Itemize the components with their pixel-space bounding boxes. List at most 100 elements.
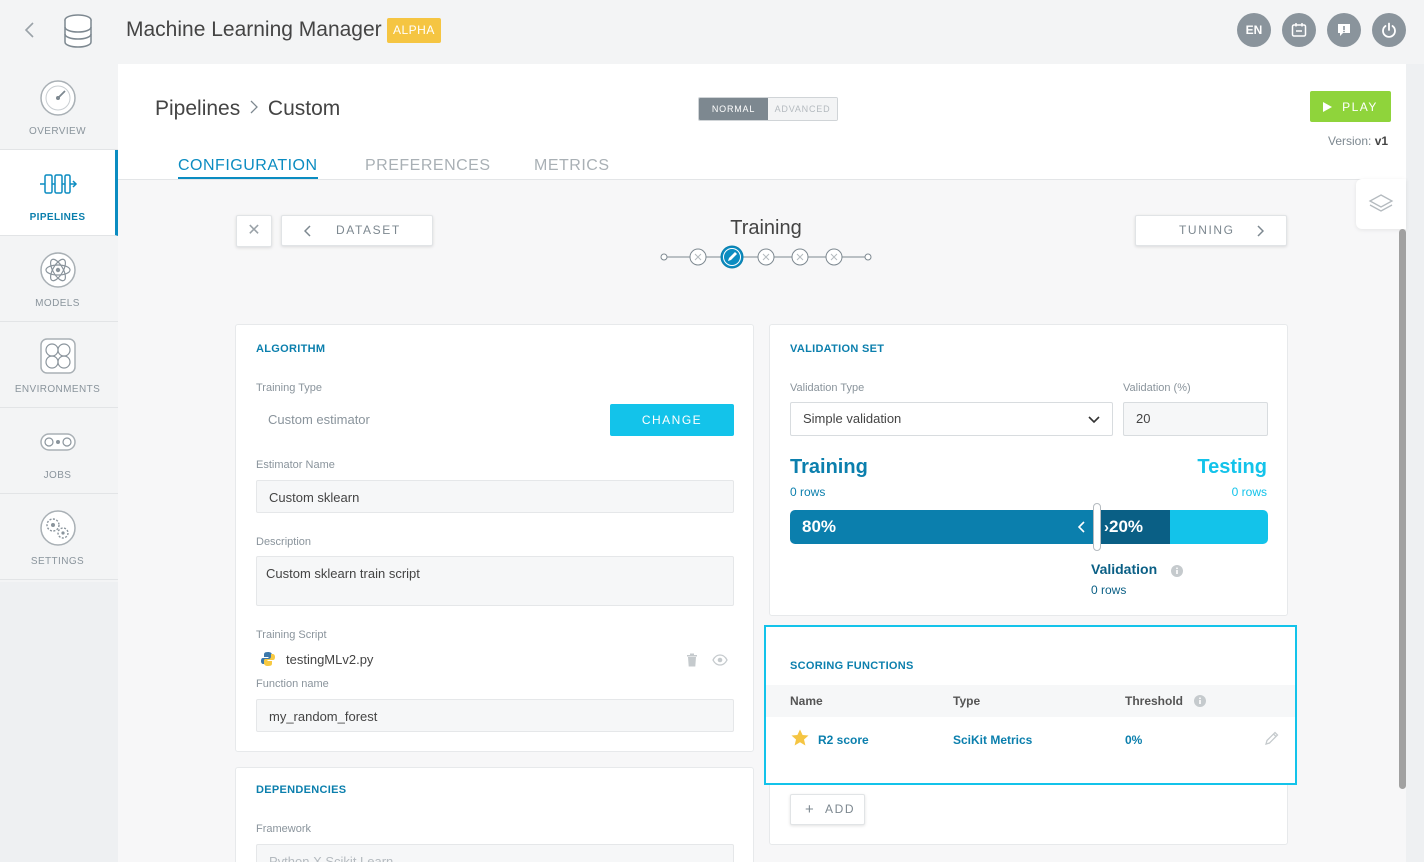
sidebar-item-jobs[interactable]: JOBS [0, 408, 118, 494]
column-threshold: Threshold [1125, 694, 1184, 708]
main-panel: Pipelines Custom NORMAL ADVANCED PLAY Ve… [118, 64, 1406, 862]
mode-advanced[interactable]: ADVANCED [768, 98, 837, 120]
info-icon[interactable] [1171, 565, 1183, 577]
step-node[interactable] [689, 248, 707, 266]
next-step-label: TUNING [1179, 223, 1235, 237]
description-textarea[interactable]: Custom sklearn train script [256, 556, 734, 606]
testing-heading: Testing [1197, 456, 1267, 478]
validation-percent-input[interactable]: 20 [1123, 402, 1268, 436]
training-rows: 0 rows [790, 485, 826, 499]
algorithm-card: ALGORITHM Training Type Custom estimator… [235, 324, 754, 752]
scoring-title: SCORING FUNCTIONS [790, 660, 914, 672]
column-type: Type [953, 694, 981, 708]
chevron-right-icon [1257, 225, 1264, 237]
validation-type-label: Validation Type [790, 382, 865, 394]
breadcrumb: Pipelines Custom [155, 97, 340, 121]
step-node[interactable] [757, 248, 775, 266]
sidebar-item-models[interactable]: MODELS [0, 236, 118, 322]
next-step-button[interactable]: TUNING [1135, 215, 1287, 246]
info-icon[interactable] [1194, 695, 1206, 707]
breadcrumb-chevron-icon [250, 100, 258, 114]
prev-step-button[interactable]: DATASET [281, 215, 433, 246]
step-progress [660, 245, 872, 269]
sidebar-item-label: JOBS [43, 470, 72, 481]
gauge-icon [40, 80, 76, 116]
calendar-icon [1291, 23, 1307, 37]
sidebar-item-label: OVERVIEW [29, 126, 86, 137]
validation-card: VALIDATION SET Validation Type Simple va… [769, 324, 1288, 616]
tab-metrics[interactable]: METRICS [534, 157, 610, 175]
close-button[interactable]: ✕ [236, 215, 272, 247]
gears-icon [40, 510, 76, 546]
feedback-icon [1338, 24, 1350, 36]
step-node[interactable] [825, 248, 843, 266]
breadcrumb-root[interactable]: Pipelines [155, 97, 240, 120]
sidebar-item-overview[interactable]: OVERVIEW [0, 64, 118, 150]
atom-icon [40, 252, 76, 288]
star-icon[interactable] [791, 729, 809, 746]
estimator-name-label: Estimator Name [256, 459, 335, 471]
step-node[interactable] [791, 248, 809, 266]
add-label: ADD [825, 802, 856, 816]
function-name-input[interactable]: my_random_forest [256, 699, 734, 732]
play-button[interactable]: PLAY [1310, 91, 1391, 122]
training-script-file[interactable]: testingMLv2.py [286, 652, 373, 667]
tab-configuration[interactable]: CONFIGURATION [178, 157, 318, 179]
validation-type-select[interactable]: Simple validation [790, 402, 1113, 436]
testing-rows: 0 rows [1231, 485, 1267, 499]
language-button[interactable]: EN [1237, 13, 1271, 47]
power-icon [1382, 22, 1396, 38]
sidebar-item-label: ENVIRONMENTS [14, 384, 101, 395]
cells-icon [40, 338, 76, 374]
version: Version: v1 [1328, 134, 1388, 148]
plus-icon: + [805, 801, 816, 818]
version-value: v1 [1374, 134, 1389, 148]
split-bar[interactable]: 80% ›20% [790, 510, 1268, 544]
validation-percent: 20% [1109, 517, 1144, 536]
training-type-label: Training Type [256, 382, 323, 394]
sidebar-item-settings[interactable]: SETTINGS [0, 494, 118, 580]
sidebar-item-label: PIPELINES [29, 212, 86, 223]
scoring-threshold: 0% [1125, 733, 1143, 747]
add-scoring-button[interactable]: + ADD [790, 794, 865, 825]
breadcrumb-current: Custom [267, 97, 341, 120]
sidebar-item-label: SETTINGS [30, 556, 85, 567]
training-heading: Training [790, 456, 868, 478]
sidebar-item-environments[interactable]: ENVIRONMENTS [0, 322, 118, 408]
chevron-left-icon [1078, 521, 1085, 533]
function-name-label: Function name [256, 678, 329, 690]
trash-icon[interactable] [686, 653, 698, 667]
scoring-name: R2 score [818, 733, 869, 747]
feedback-button[interactable] [1327, 13, 1361, 47]
chevron-left-icon [304, 225, 311, 237]
framework-label: Framework [256, 823, 312, 835]
step-node-current[interactable] [720, 245, 744, 269]
mode-toggle[interactable]: NORMAL ADVANCED [698, 97, 838, 121]
split-slider-handle[interactable] [1093, 503, 1101, 551]
back-chevron-icon[interactable] [22, 20, 38, 40]
training-type-field: Custom estimator [268, 412, 370, 427]
layers-icon [1368, 194, 1394, 212]
algorithm-title: ALGORITHM [256, 343, 326, 355]
play-icon [1323, 101, 1333, 112]
scoring-type: SciKit Metrics [953, 733, 1033, 747]
tab-preferences[interactable]: PREFERENCES [365, 157, 491, 175]
estimator-name-input[interactable]: Custom sklearn [256, 480, 734, 513]
table-row[interactable]: R2 score SciKit Metrics 0% [766, 719, 1295, 759]
mode-normal[interactable]: NORMAL [699, 98, 768, 120]
scoring-functions-panel: SCORING FUNCTIONS Name Type Threshold R2… [764, 625, 1297, 785]
power-button[interactable] [1372, 13, 1406, 47]
pencil-icon[interactable] [1264, 730, 1280, 746]
validation-title: VALIDATION SET [790, 343, 885, 355]
play-label: PLAY [1342, 99, 1378, 114]
sidebar-item-pipelines[interactable]: PIPELINES [0, 150, 118, 236]
scrollbar[interactable] [1399, 229, 1406, 789]
change-button[interactable]: CHANGE [610, 404, 734, 436]
framework-select[interactable]: Python X Scikit Learn [256, 844, 734, 862]
eye-icon[interactable] [712, 654, 728, 666]
validation-segment: ›20% [1096, 510, 1170, 544]
description-label: Description [256, 536, 312, 548]
chevron-down-icon [1088, 416, 1100, 424]
layers-button[interactable] [1356, 179, 1406, 229]
calendar-button[interactable] [1282, 13, 1316, 47]
